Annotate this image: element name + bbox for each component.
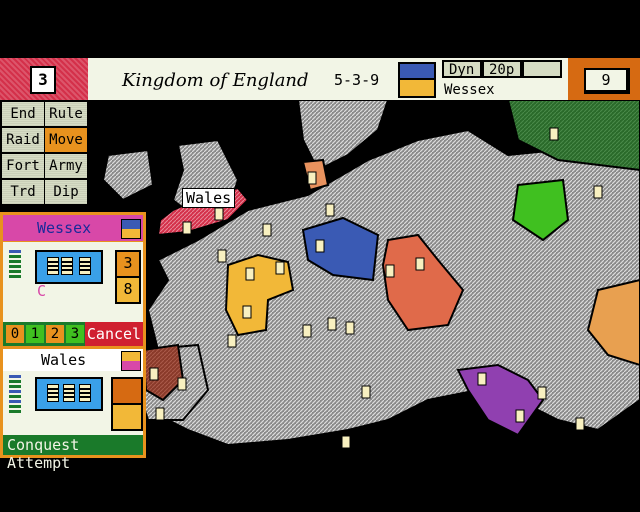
europe-map[interactable] <box>88 100 640 460</box>
defender-bar-top <box>111 377 143 405</box>
defender-strength-bars <box>9 375 21 415</box>
player-flag-icon <box>396 58 438 100</box>
defender-forces <box>3 371 143 435</box>
attacker-value-top: 3 <box>115 250 141 278</box>
attacker-army-icon[interactable] <box>35 250 103 284</box>
army-button[interactable]: Army <box>45 154 87 178</box>
defender-bar-bottom <box>111 403 143 431</box>
score-value: 9 <box>584 68 630 94</box>
defender-army-icon[interactable] <box>35 377 103 411</box>
status-text: Conquest Attempt <box>7 436 80 472</box>
number-button-2[interactable]: 2 <box>46 325 64 343</box>
trade-button[interactable]: Trd <box>2 180 44 204</box>
fort-button[interactable]: Fort <box>2 154 44 178</box>
treasury-chip[interactable]: 20p <box>482 60 522 78</box>
score-box: 9 <box>568 58 640 100</box>
attacker-flag-icon <box>121 219 141 239</box>
diplomacy-button[interactable]: Dip <box>45 180 87 204</box>
command-menu: End Rule Raid Move Fort Army Trd Dip <box>0 100 88 204</box>
kingdom-title: Kingdom of England <box>122 70 309 91</box>
realm-name: Wessex <box>444 82 495 98</box>
number-row: 0 1 2 3 Cancel <box>3 322 143 346</box>
dynasty-info: Dyn 20p Wessex <box>438 58 568 100</box>
game-date: 5-3-9 <box>334 71 380 89</box>
attacker-marker: C <box>37 282 47 300</box>
map-region-label: Wales <box>182 188 236 208</box>
empty-chip[interactable] <box>522 60 562 78</box>
defender-header: Wales <box>3 349 143 371</box>
rule-button[interactable]: Rule <box>45 102 87 126</box>
number-button-3[interactable]: 3 <box>66 325 84 343</box>
cancel-button[interactable]: Cancel <box>85 322 143 346</box>
turn-counter: 3 <box>0 58 88 100</box>
move-button[interactable]: Move <box>45 128 87 152</box>
title-bar: Kingdom of England 5-3-9 <box>88 58 396 100</box>
attacker-strength-bars <box>9 250 21 280</box>
attacker-name: Wessex <box>37 219 92 237</box>
ireland <box>101 148 155 202</box>
attacker-forces: 3 8 C <box>3 242 143 322</box>
number-button-0[interactable]: 0 <box>6 325 24 343</box>
defender-name: Wales <box>41 351 87 369</box>
number-button-1[interactable]: 1 <box>26 325 44 343</box>
dynasty-chip[interactable]: Dyn <box>442 60 482 78</box>
defender-flag-icon <box>121 351 141 371</box>
attacker-value-bottom: 8 <box>115 276 141 304</box>
raid-button[interactable]: Raid <box>2 128 44 152</box>
status-footer: Conquest Attempt <box>3 435 143 472</box>
turn-number: 3 <box>30 66 56 94</box>
end-button[interactable]: End <box>2 102 44 126</box>
attacker-header: Wessex <box>3 215 143 241</box>
conquest-panel: Wessex 3 8 C 0 1 2 3 Cancel Wales Conque… <box>0 212 146 472</box>
